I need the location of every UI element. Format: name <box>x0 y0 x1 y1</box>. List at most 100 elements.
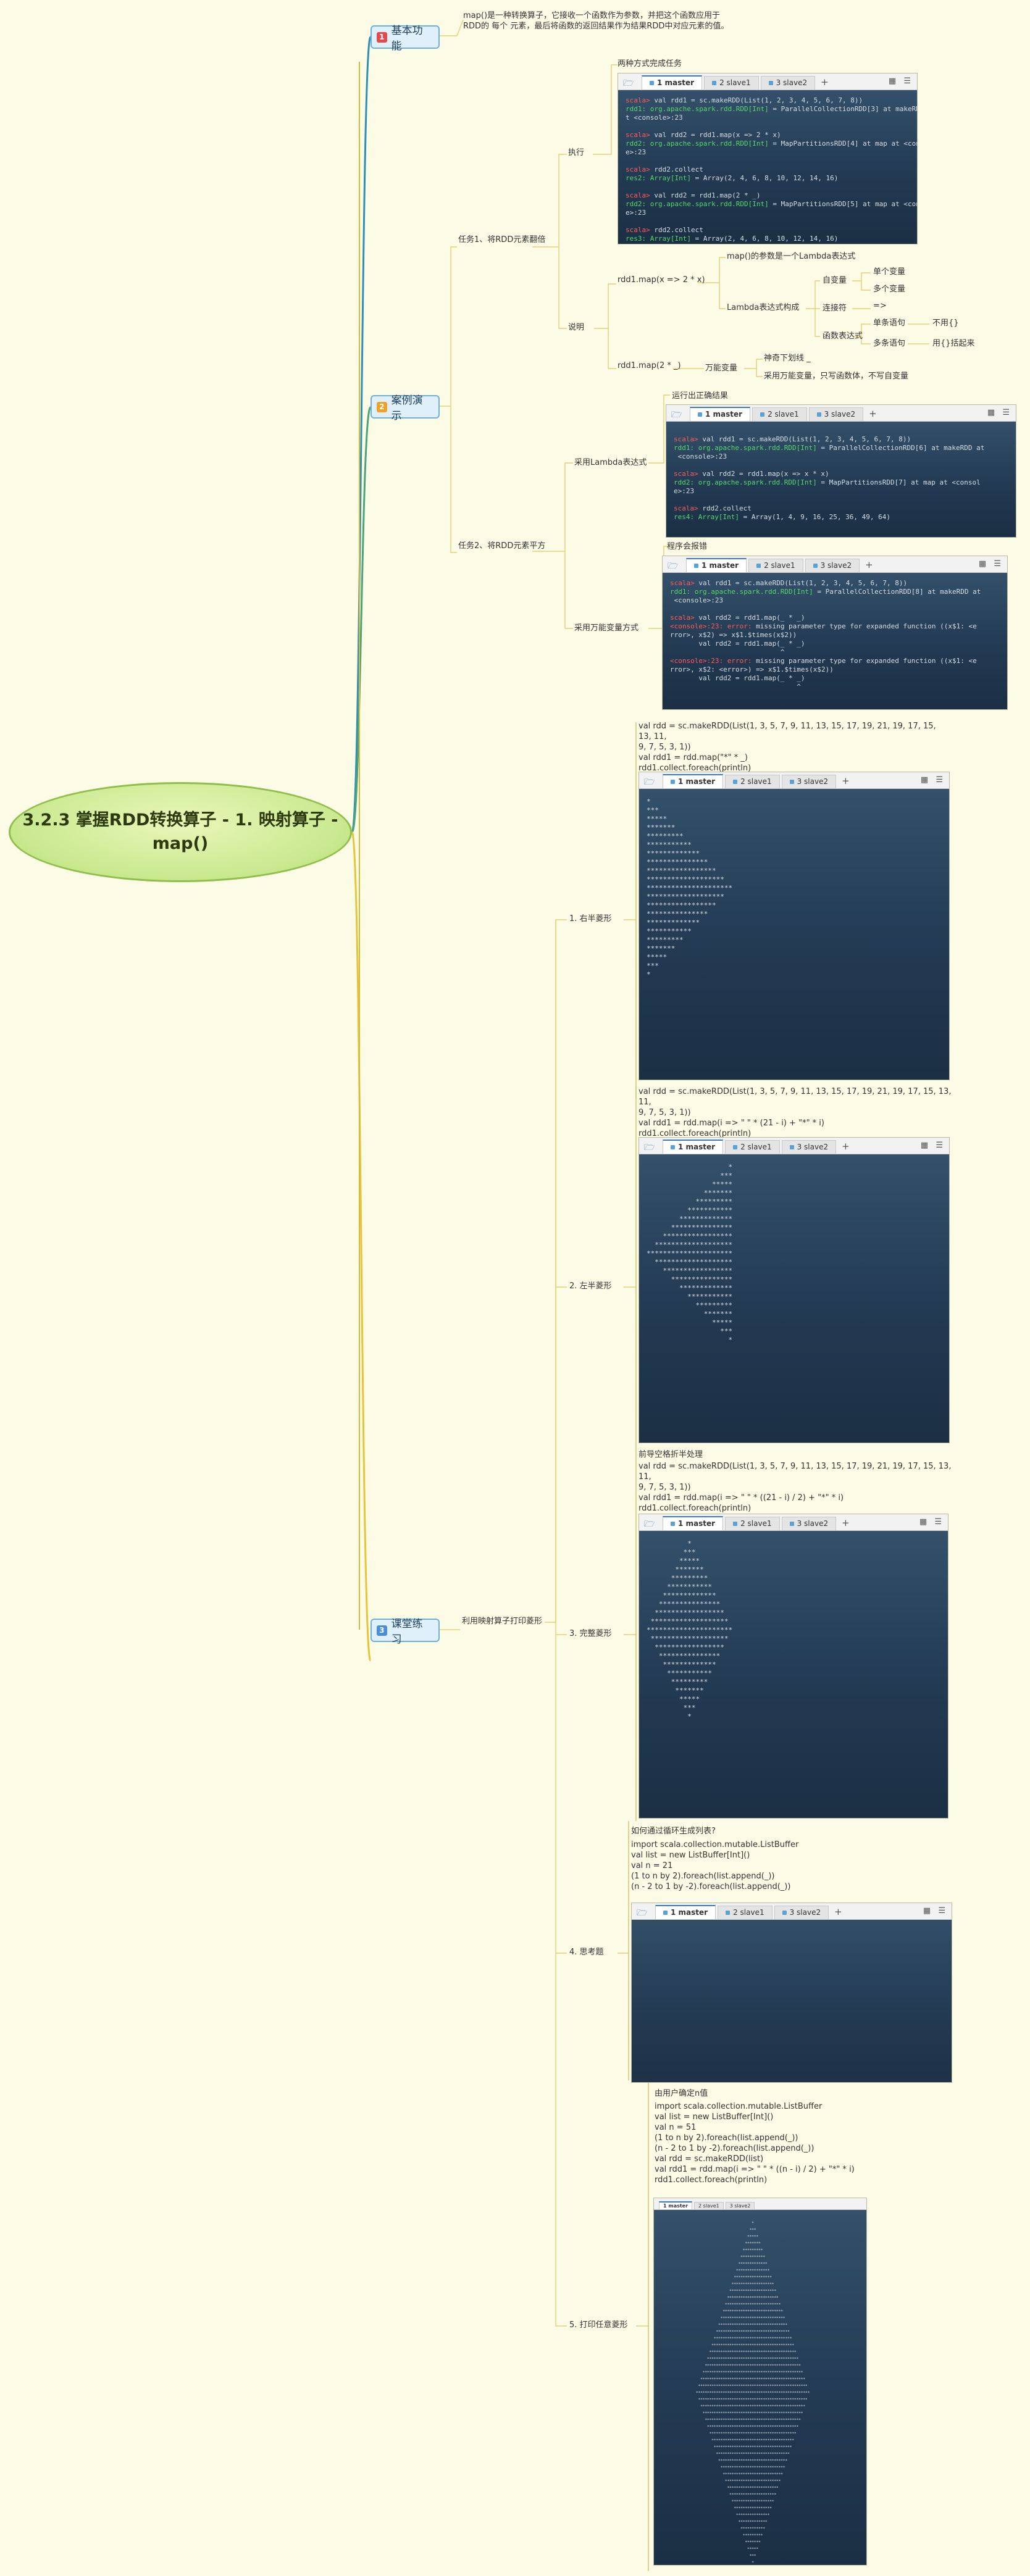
folder-icon[interactable]: 🗁 <box>644 1517 658 1529</box>
terminal-tab-slave1[interactable]: 2 slave1 <box>748 559 803 572</box>
task2-topic[interactable]: 任务2、将RDD元素平方 <box>458 539 545 551</box>
terminal-tabbar: 🗁 1 master 2 slave1 3 slave2 + ▦ ☰ <box>639 772 949 789</box>
terminal-line: rdd1: org.apache.spark.rdd.RDD[Int] = Pa… <box>626 105 918 113</box>
terminal-tab-slave1[interactable]: 2 slave1 <box>752 407 807 421</box>
layout-grid-icon[interactable]: ▦ ☰ <box>987 408 1012 417</box>
add-tab-icon[interactable]: + <box>821 77 829 88</box>
practice-item4-topic[interactable]: 4. 思考题 <box>569 1945 604 1957</box>
terminal-line: rdd1: org.apache.spark.rdd.RDD[Int] = Pa… <box>674 444 985 452</box>
root-topic[interactable]: 3.2.3 掌握RDD转换算子 - 1. 映射算子 - map() <box>9 782 352 882</box>
layout-grid-icon[interactable]: ▦ ☰ <box>923 1906 948 1915</box>
terminal-tab-master[interactable]: 1 master <box>686 558 747 572</box>
task1-topic[interactable]: 任务1、将RDD元素翻倍 <box>458 233 545 244</box>
add-tab-icon[interactable]: + <box>842 1141 850 1152</box>
branch-case-demo[interactable]: 2 案例演示 <box>371 394 440 422</box>
task2-wildcard-topic[interactable]: 采用万能变量方式 <box>574 621 639 633</box>
terminal-screenshot-any-diamond: 1 master 2 slave1 3 slave2 * *** ***** *… <box>653 2198 867 2566</box>
terminal-tab-slave2[interactable]: 3 slave2 <box>774 1906 829 1919</box>
add-tab-icon[interactable]: + <box>842 1517 850 1528</box>
folder-icon[interactable]: 🗁 <box>637 1906 650 1918</box>
terminal-line: rdd2: org.apache.spark.rdd.RDD[Int] = Ma… <box>626 200 918 208</box>
wildcard-note-body: 采用万能变量，只写函数体，不写自变量 <box>764 372 909 381</box>
terminal-tab-master[interactable]: 1 master <box>642 75 703 90</box>
terminal-diamond-output: * *** ***** ******* ********* **********… <box>647 1540 733 1720</box>
layout-grid-icon[interactable]: ▦ ☰ <box>919 1517 944 1527</box>
task1-explain-topic[interactable]: 说明 <box>568 320 584 332</box>
add-tab-icon[interactable]: + <box>834 1906 842 1917</box>
lambda-use-brace: 用{}括起来 <box>932 339 975 348</box>
practice-item3-note: 前导空格折半处理 <box>639 1450 703 1459</box>
add-tab-icon[interactable]: + <box>842 775 850 786</box>
folder-icon[interactable]: 🗁 <box>623 77 637 88</box>
practice-item2-topic[interactable]: 2. 左半菱形 <box>569 1279 612 1291</box>
terminal-tab-master[interactable]: 1 master <box>663 1140 724 1154</box>
task1-exec-topic[interactable]: 执行 <box>568 146 584 157</box>
add-tab-icon[interactable]: + <box>869 408 877 419</box>
priority-2-icon: 2 <box>377 401 387 412</box>
folder-icon[interactable]: 🗁 <box>644 775 658 787</box>
terminal-tab-slave2[interactable]: 3 slave2 <box>725 2202 755 2209</box>
terminal-tab-slave2[interactable]: 3 slave2 <box>808 407 864 421</box>
practice-item5-topic[interactable]: 5. 打印任意菱形 <box>569 2318 628 2330</box>
terminal-tabbar: 🗁 1 master 2 slave1 3 slave2 + ▦ ☰ <box>663 556 1007 573</box>
layout-grid-icon[interactable]: ▦ ☰ <box>889 77 913 86</box>
add-tab-icon[interactable]: + <box>865 559 873 570</box>
terminal-tab-slave1[interactable]: 2 slave1 <box>725 1517 780 1530</box>
terminal-line: <console>:23 <box>674 452 727 461</box>
root-title: 3.2.3 掌握RDD转换算子 - 1. 映射算子 - map() <box>22 811 338 853</box>
terminal-tab-slave2[interactable]: 3 slave2 <box>781 775 837 788</box>
terminal-line: e>:23 <box>674 487 695 495</box>
terminal-tab-slave1[interactable]: 2 slave1 <box>704 76 759 90</box>
folder-icon[interactable]: 🗁 <box>671 408 685 420</box>
terminal-tab-slave2[interactable]: 3 slave2 <box>781 1140 837 1154</box>
terminal-tab-master[interactable]: 1 master <box>663 1516 724 1530</box>
terminal-line: val rdd2 = rdd1.map(_ * _) <box>670 640 805 648</box>
layout-grid-icon[interactable]: ▦ ☰ <box>979 559 1003 569</box>
task2-lambda-topic[interactable]: 采用Lambda表达式 <box>574 456 647 467</box>
terminal-line: scala> val rdd1 = sc.makeRDD(List(1, 2, … <box>626 96 863 104</box>
practice-item3-topic[interactable]: 3. 完整菱形 <box>569 1627 612 1638</box>
lambda-structure-topic[interactable]: Lambda表达式构成 <box>727 301 799 312</box>
practice-item1-topic[interactable]: 1. 右半菱形 <box>569 912 612 923</box>
terminal-tab-slave1[interactable]: 2 slave1 <box>718 1906 773 1919</box>
terminal-tab-master[interactable]: 1 master <box>655 1905 716 1919</box>
terminal-tab-master[interactable]: 1 master <box>690 407 751 421</box>
practice-item4-note: 如何通过循环生成列表? <box>631 1827 716 1836</box>
explain-wildcard-example[interactable]: rdd1.map(2 * _) <box>618 361 681 370</box>
layout-grid-icon[interactable]: ▦ ☰ <box>921 775 945 785</box>
lambda-multi-variable: 多个变量 <box>873 285 906 294</box>
terminal-line: e>:23 <box>626 209 647 217</box>
terminal-tab-slave1[interactable]: 2 slave1 <box>725 775 780 788</box>
terminal-line: scala> val rdd1 = sc.makeRDD(List(1, 2, … <box>670 579 908 587</box>
terminal-line: scala> val rdd2 = rdd1.map(2 * _) <box>626 191 761 199</box>
terminal-tab-slave1[interactable]: 2 slave1 <box>725 1140 780 1154</box>
terminal-screenshot-right-diamond: 🗁 1 master 2 slave1 3 slave2 + ▦ ☰ * ***… <box>639 772 950 1080</box>
terminal-tab-slave1[interactable]: 2 slave1 <box>694 2202 724 2209</box>
wildcard-topic[interactable]: 万能变量 <box>705 361 737 373</box>
terminal-screenshot-task1: 🗁 1 master 2 slave1 3 slave2 + ▦ ☰ scala… <box>618 73 918 244</box>
terminal-diamond-output: * *** ***** ******* ********* **********… <box>696 2221 810 2565</box>
branch-class-practice[interactable]: 3 课堂练习 <box>371 1618 440 1646</box>
layout-grid-icon[interactable]: ▦ ☰ <box>921 1141 945 1150</box>
terminal-tab-slave2[interactable]: 3 slave2 <box>760 76 816 90</box>
folder-icon[interactable]: 🗁 <box>668 559 681 571</box>
terminal-line: rdd2: org.apache.spark.rdd.RDD[Int] = Ma… <box>626 140 918 148</box>
terminal-screenshot-task2-lambda: 🗁 1 master 2 slave1 3 slave2 + ▦ ☰ scala… <box>666 404 1016 538</box>
terminal-line: scala> val rdd2 = rdd1.map(x => x * x) <box>674 470 829 478</box>
basic-description: map()是一种转换算子，它接收一个函数作为参数，并把这个函数应用于 RDD的 … <box>463 11 729 31</box>
terminal-body: * *** ***** ******* ********* **********… <box>639 789 949 1080</box>
wildcard-note-underscore: 神奇下划线 _ <box>764 354 811 363</box>
task1-exec-title: 两种方式完成任务 <box>618 59 682 69</box>
folder-icon[interactable]: 🗁 <box>644 1141 658 1153</box>
terminal-tab-master[interactable]: 1 master <box>659 2201 693 2209</box>
terminal-tab-master[interactable]: 1 master <box>663 774 724 788</box>
branch-basic-function[interactable]: 1 基本功能 <box>371 25 440 52</box>
lambda-connector: 连接符 <box>823 304 847 313</box>
explain-lambda-example[interactable]: rdd1.map(x => 2 * x) <box>618 275 705 285</box>
terminal-line: <console>:23: error: missing parameter t… <box>670 657 977 665</box>
explain-lambda-note: map()的参数是一个Lambda表达式 <box>727 252 856 261</box>
terminal-tab-slave2[interactable]: 3 slave2 <box>781 1517 837 1530</box>
practice-topic[interactable]: 利用映射算子打印菱形 <box>462 1614 542 1626</box>
terminal-tab-slave2[interactable]: 3 slave2 <box>805 559 860 572</box>
